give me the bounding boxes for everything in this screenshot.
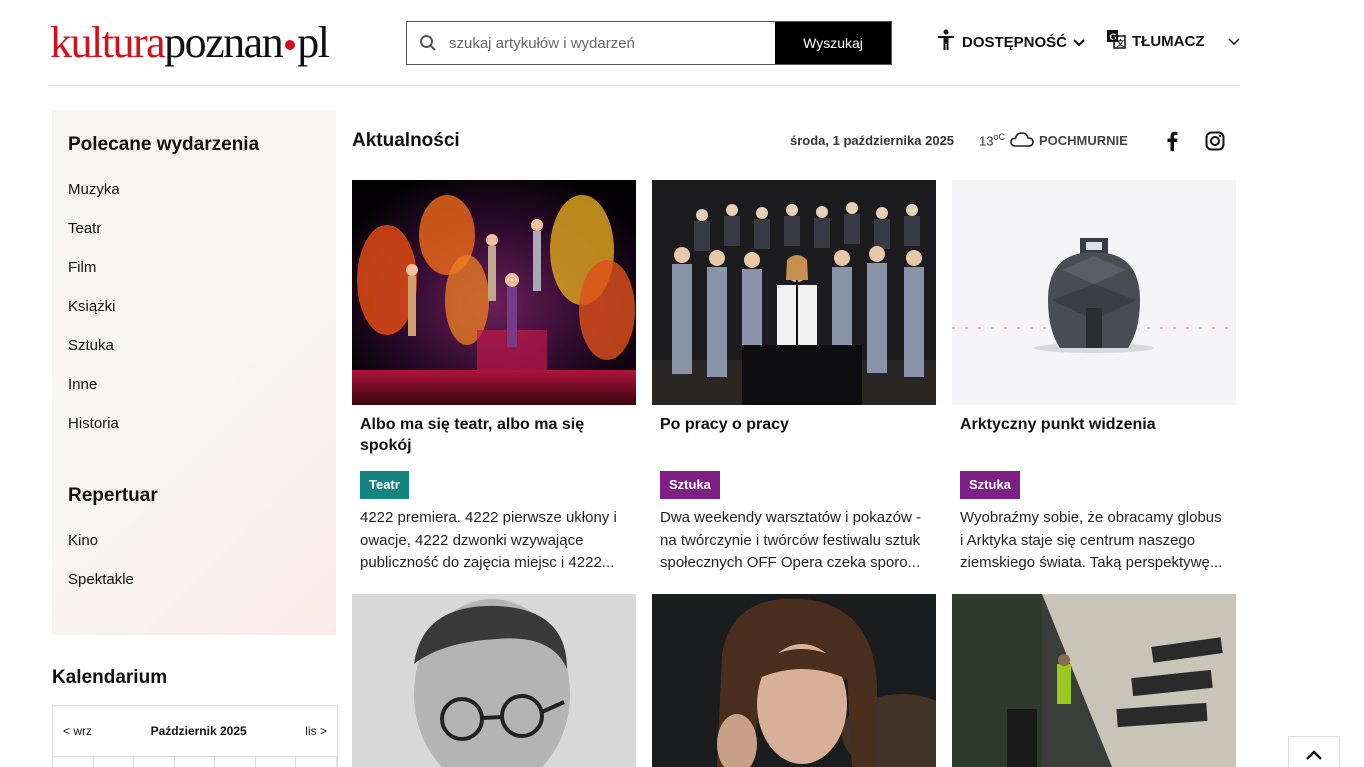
article-card[interactable]: Albo ma się teatr, albo ma się spokój Te… [352,180,636,575]
article-image-portrait-woman[interactable] [652,594,936,767]
translate-icon: G文 [1106,29,1126,53]
calendar-cell[interactable] [94,757,135,767]
article-image-theatre-show[interactable] [352,180,636,405]
logo-text-kultura: kultura [50,18,166,67]
chevron-down-icon [1073,34,1085,51]
temperature-value: 13 [979,133,994,149]
temperature-unit: oC [993,132,1005,143]
sidebar-item-kino[interactable]: Kino [68,521,320,560]
accessibility-icon [936,29,956,55]
svg-text:G: G [1110,32,1117,42]
sidebar-item-historia[interactable]: Historia [68,404,320,443]
sidebar-item-teatr[interactable]: Teatr [68,209,320,248]
accessibility-label: DOSTĘPNOŚĆ [962,33,1068,51]
article-excerpt: Wyobraźmy sobie, że obracamy globus i Ar… [960,509,1223,571]
article-title[interactable]: Po pracy o pracy [652,405,936,461]
repertuar-title: Repertuar [68,485,158,506]
article-title[interactable]: Arktyczny punkt widzenia [952,405,1236,461]
page-title: Aktualności [352,130,460,151]
accessibility-menu[interactable]: DOSTĘPNOŚĆ [936,29,1085,55]
calendar-cell[interactable] [215,757,256,767]
category-tag[interactable]: Teatr [360,471,409,499]
calendar-next-month[interactable]: lis > [305,724,327,738]
temperature: 13oC [979,132,1005,148]
sidebar-item-film[interactable]: Film [68,248,320,287]
weather-label: POCHMURNIE [1038,133,1128,148]
search-button[interactable]: Wyszukaj [775,22,891,64]
translator-label: TŁUMACZ [1132,32,1205,50]
instagram-icon[interactable] [1205,131,1225,151]
article-image-portrait-man[interactable] [352,594,636,767]
calendar-cell[interactable] [175,757,216,767]
scroll-to-top-button[interactable] [1288,736,1340,767]
article-card[interactable]: Po pracy o pracy Sztuka Dwa weekendy war… [652,180,936,575]
calendar-cell[interactable] [134,757,175,767]
chevron-down-icon [1228,33,1241,50]
article-title[interactable]: Albo ma się teatr, albo ma się spokój [352,405,636,461]
sidebar-item-ksiazki[interactable]: Książki [68,287,320,326]
polecane-list: Muzyka Teatr Film Książki Sztuka Inne Hi… [68,170,320,443]
chevron-up-icon [1306,747,1322,765]
header-divider [48,85,1240,86]
sidebar-item-spektakle[interactable]: Spektakle [68,560,320,599]
logo-text-pl: pl [297,18,330,67]
article-card[interactable] [952,594,1236,767]
article-image-arctic-pod[interactable] [952,180,1236,405]
site-logo[interactable]: kulturapoznan pl [50,18,330,68]
article-excerpt: Dwa weekendy warsztatów i pokazów - na t… [660,509,921,571]
search-bar: Wyszukaj [406,21,892,65]
kalendarium-title: Kalendarium [52,667,168,688]
calendar-cell[interactable] [256,757,297,767]
article-image-monument[interactable] [952,594,1236,767]
calendar-widget: < wrz Październik 2025 lis > [52,705,338,767]
article-card[interactable] [652,594,936,767]
category-tag[interactable]: Sztuka [660,471,720,499]
polecane-title: Polecane wydarzenia [68,134,260,155]
calendar-prev-month[interactable]: < wrz [63,724,92,738]
search-icon [407,22,449,64]
repertuar-list: Kino Spektakle [68,521,320,599]
current-date: środa, 1 października 2025 [790,133,955,148]
svg-text:文: 文 [1117,38,1126,48]
article-card[interactable] [352,594,636,767]
calendar-grid [53,756,338,767]
facebook-icon[interactable] [1162,131,1182,151]
sidebar-item-sztuka[interactable]: Sztuka [68,326,320,365]
calendar-current-month: Październik 2025 [150,724,247,738]
category-tag[interactable]: Sztuka [960,471,1020,499]
cloud-icon [1010,131,1034,150]
search-input[interactable] [449,22,775,64]
logo-dot [285,39,296,50]
weather-widget: 13oC POCHMURNIE [979,131,1128,150]
article-image-choir[interactable] [652,180,936,405]
logo-text-poznan: poznan [164,18,284,67]
translator-menu[interactable]: G文 TŁUMACZ [1106,29,1241,53]
article-excerpt: 4222 premiera. 4222 pierwsze ukłony i ow… [360,509,617,571]
sidebar-item-inne[interactable]: Inne [68,365,320,404]
sidebar-item-muzyka[interactable]: Muzyka [68,170,320,209]
sidebar: Polecane wydarzenia Muzyka Teatr Film Ks… [52,110,336,635]
article-card[interactable]: Arktyczny punkt widzenia Sztuka Wyobraźm… [952,180,1236,575]
calendar-cell[interactable] [53,757,94,767]
calendar-cell[interactable] [296,757,338,767]
